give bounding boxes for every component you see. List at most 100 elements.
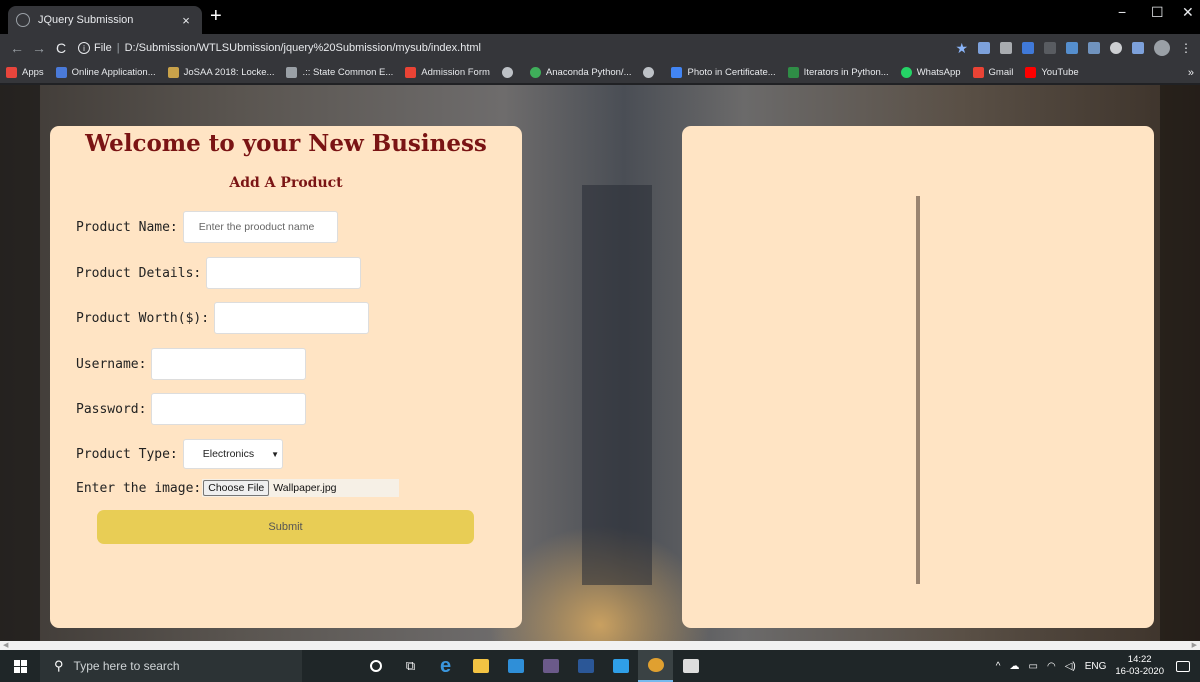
close-window-button[interactable]: ✕ <box>1182 4 1194 21</box>
clock-time: 14:22 <box>1127 654 1152 665</box>
notification-icon[interactable] <box>1176 660 1190 672</box>
taskbar-search-box[interactable]: ⚲ Type here to search <box>40 650 302 682</box>
preview-card <box>682 126 1154 628</box>
product-name-input[interactable] <box>182 211 338 243</box>
clock[interactable]: 14:22 16-03-2020 <box>1115 654 1164 678</box>
product-type-select[interactable]: Electronics ▼ <box>182 439 283 469</box>
bookmark-iterators-python[interactable]: Iterators in Python... <box>787 67 889 78</box>
volume-icon[interactable]: ◁) <box>1065 661 1076 672</box>
bookmarks-overflow-button[interactable]: » <box>1188 67 1194 79</box>
product-worth-input[interactable] <box>214 302 370 334</box>
scroll-right-icon[interactable]: ▶ <box>1192 641 1197 649</box>
extension-icon[interactable] <box>1088 42 1100 54</box>
winamp-icon[interactable] <box>533 650 568 682</box>
profile-avatar-icon[interactable] <box>1154 40 1170 56</box>
word-icon[interactable] <box>568 650 603 682</box>
file-explorer-icon[interactable] <box>463 650 498 682</box>
scroll-left-icon[interactable]: ◀ <box>3 641 8 649</box>
background-building <box>1160 85 1200 641</box>
search-placeholder: Type here to search <box>73 659 180 673</box>
photos-icon[interactable] <box>673 650 708 682</box>
extension-icons: ★ ⋮ <box>955 40 1192 57</box>
tab-close-button[interactable]: × <box>178 13 194 28</box>
bookmark-favicon <box>787 67 799 78</box>
product-details-input[interactable] <box>206 257 362 289</box>
youtube-icon <box>1025 67 1037 78</box>
image-file-input[interactable]: Choose File Wallpaper.jpg <box>202 479 400 497</box>
edge-icon[interactable]: e <box>428 650 463 682</box>
search-icon: ⚲ <box>54 658 64 673</box>
whatsapp-icon <box>900 67 912 78</box>
wifi-icon[interactable]: ◠ <box>1047 661 1056 672</box>
bookmark-star-icon[interactable]: ★ <box>955 40 968 57</box>
tray-overflow-chevron[interactable]: ^ <box>996 661 1001 672</box>
bookmark-globe[interactable] <box>501 67 518 78</box>
browser-tab-strip: JQuery Submission × + − ☐ ✕ <box>0 0 1200 34</box>
bookmark-whatsapp[interactable]: WhatsApp <box>900 67 961 78</box>
product-details-label: Product Details: <box>76 265 202 281</box>
extension-icon[interactable] <box>1132 42 1144 54</box>
bookmark-globe[interactable] <box>643 67 659 78</box>
windows-logo-icon <box>13 659 27 673</box>
info-icon[interactable]: i <box>78 42 90 54</box>
choose-file-button[interactable]: Choose File <box>203 480 270 496</box>
extension-icon[interactable] <box>1044 42 1056 54</box>
bookmark-favicon <box>286 67 298 78</box>
vscode-icon[interactable] <box>603 650 638 682</box>
minimize-button[interactable]: − <box>1118 4 1126 20</box>
task-view-icon[interactable]: ⧉ <box>393 650 428 682</box>
reload-button[interactable]: C <box>50 40 72 56</box>
cortana-icon[interactable] <box>358 650 393 682</box>
bookmark-state-common[interactable]: .:: State Common E... <box>286 67 393 78</box>
gmail-icon <box>972 67 984 78</box>
url-text[interactable]: D:/Submission/WTLSUbmission/jquery%20Sub… <box>125 42 481 54</box>
bookmark-favicon <box>55 67 67 78</box>
maximize-button[interactable]: ☐ <box>1151 4 1164 21</box>
bookmark-online-application[interactable]: Online Application... <box>55 67 156 78</box>
start-button[interactable] <box>0 659 40 673</box>
tab-jquery-submission[interactable]: JQuery Submission × <box>8 6 202 34</box>
vertical-divider <box>916 196 920 584</box>
horizontal-scrollbar[interactable]: ◀ ▶ <box>0 641 1200 650</box>
extension-icon[interactable] <box>1066 42 1078 54</box>
page-background: Welcome to your New Business Add A Produ… <box>0 85 1200 641</box>
menu-kebab-icon[interactable]: ⋮ <box>1180 41 1192 55</box>
bookmark-favicon <box>167 67 179 78</box>
bookmark-photo-certificate[interactable]: Photo in Certificate... <box>671 67 776 78</box>
chrome-icon[interactable] <box>638 650 673 682</box>
system-tray: ^ ☁ ▭ ◠ ◁) ENG 14:22 16-03-2020 <box>996 650 1200 682</box>
username-input[interactable] <box>151 348 307 380</box>
extension-icon[interactable] <box>978 42 990 54</box>
taskbar-apps: ⧉ e <box>358 650 708 682</box>
image-label: Enter the image: <box>76 480 202 496</box>
password-label: Password: <box>76 401 147 417</box>
background-building <box>582 185 652 585</box>
bookmarks-bar: Apps Online Application... JoSAA 2018: L… <box>0 62 1200 84</box>
extension-icon[interactable] <box>1110 42 1122 54</box>
bookmark-apps[interactable]: Apps <box>6 67 44 78</box>
mail-icon[interactable] <box>498 650 533 682</box>
bookmark-anaconda[interactable]: Anaconda Python/... <box>529 67 631 78</box>
tab-title: JQuery Submission <box>38 14 134 26</box>
bookmark-admission-form[interactable]: Admission Form <box>405 67 490 78</box>
bookmark-gmail[interactable]: Gmail <box>972 67 1013 78</box>
back-button[interactable]: ← <box>6 40 28 56</box>
battery-icon[interactable]: ▭ <box>1029 661 1038 672</box>
product-worth-label: Product Worth($): <box>76 310 210 326</box>
address-bar[interactable]: i File | D:/Submission/WTLSUbmission/jqu… <box>78 37 955 59</box>
forward-button[interactable]: → <box>28 40 50 56</box>
language-indicator[interactable]: ENG <box>1085 661 1107 672</box>
submit-button[interactable]: Submit <box>97 510 474 544</box>
onedrive-icon[interactable]: ☁ <box>1010 661 1020 672</box>
password-input[interactable] <box>151 393 307 425</box>
bookmark-youtube[interactable]: YouTube <box>1025 67 1079 78</box>
globe-icon <box>501 67 513 78</box>
bookmark-josaa[interactable]: JoSAA 2018: Locke... <box>167 67 274 78</box>
new-tab-button[interactable]: + <box>210 6 222 26</box>
product-type-value: Electronics <box>202 448 255 460</box>
bookmark-favicon <box>529 67 541 78</box>
scheme-label: File <box>94 42 112 54</box>
windows-taskbar: ⚲ Type here to search ⧉ e ^ ☁ ▭ ◠ ◁) ENG… <box>0 650 1200 682</box>
extension-icon[interactable] <box>1022 42 1034 54</box>
camera-extension-icon[interactable] <box>1000 42 1012 54</box>
